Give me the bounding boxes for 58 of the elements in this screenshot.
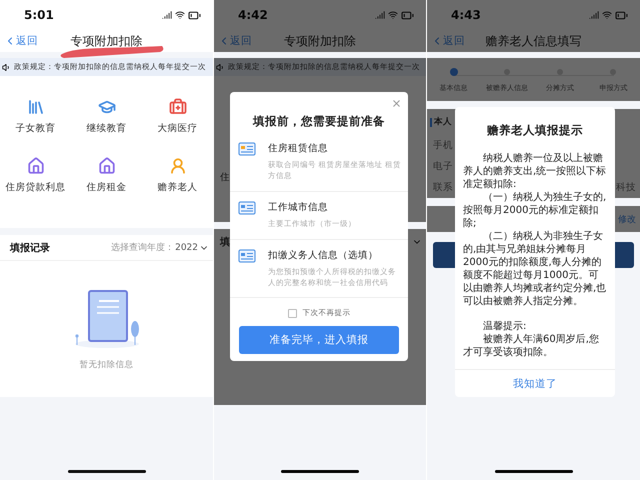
books-icon bbox=[26, 98, 44, 116]
category-label: 住 bbox=[220, 170, 230, 184]
page-title: 专项附加扣除 bbox=[283, 32, 357, 50]
year-selector[interactable]: 选择查询年度：2022 bbox=[111, 241, 209, 254]
document-icon bbox=[238, 248, 256, 263]
dialog-paragraph: 被赡养人年满60周岁后,您才可享受该项扣除。 bbox=[463, 333, 600, 359]
item-title: 扣缴义务人信息（选填） bbox=[268, 248, 379, 263]
back-button[interactable]: 返回 bbox=[0, 34, 50, 48]
field-label: 手机 bbox=[433, 139, 453, 152]
checkbox[interactable] bbox=[288, 308, 296, 318]
close-button[interactable] bbox=[391, 98, 402, 109]
section-accent-bar bbox=[430, 118, 432, 126]
page-title: 专项附加扣除 bbox=[70, 32, 144, 50]
wifi-icon bbox=[175, 10, 185, 20]
status-time: 4:43 bbox=[451, 8, 481, 22]
field-value: 科技 bbox=[616, 181, 636, 194]
dialog-paragraph: （一）纳税人为独生子女的,按照每月2000元的标准定额扣除; bbox=[463, 191, 607, 230]
status-time: 5:01 bbox=[24, 8, 54, 22]
category-item[interactable]: 大病医疗 bbox=[142, 98, 213, 135]
proceed-button[interactable]: 准备完毕，进入填报 bbox=[239, 326, 399, 354]
category-item[interactable]: 住房租金 bbox=[71, 157, 142, 194]
category-item[interactable]: 继续教育 bbox=[71, 98, 142, 135]
signal-icon bbox=[589, 10, 599, 20]
empty-message: 暂无扣除信息 bbox=[80, 359, 134, 371]
speaker-icon bbox=[2, 62, 11, 72]
acknowledge-button[interactable]: 我知道了 bbox=[455, 369, 615, 397]
section-title: 本人 bbox=[434, 116, 452, 128]
medical-kit-icon bbox=[168, 98, 186, 116]
dialog-title: 填报前，您需要提前准备 bbox=[252, 114, 386, 129]
category-item[interactable]: 住房贷款利息 bbox=[0, 157, 71, 194]
house-icon bbox=[26, 157, 44, 175]
battery-icon bbox=[188, 8, 201, 22]
dialog-paragraph: 纳税人赡养一位及以上被赡养人的赡养支出,统一按照以下标准定额扣除: bbox=[463, 152, 607, 191]
field-label: 电子 bbox=[433, 160, 453, 173]
document-icon bbox=[238, 142, 256, 156]
section-title: 填 bbox=[220, 236, 230, 249]
battery-icon bbox=[615, 8, 628, 22]
item-title: 住房租赁信息 bbox=[268, 142, 329, 156]
battery-icon bbox=[401, 8, 414, 22]
page-title: 赡养老人信息填写 bbox=[484, 32, 582, 50]
category-item[interactable]: 赡养老人 bbox=[142, 157, 213, 194]
wifi-icon bbox=[602, 10, 612, 20]
speaker-icon bbox=[216, 62, 225, 72]
signal-icon bbox=[162, 10, 172, 20]
item-title: 工作城市信息 bbox=[268, 200, 329, 215]
field-label: 联系 bbox=[433, 181, 453, 194]
person-icon bbox=[168, 157, 186, 175]
section-title: 填报记录 bbox=[10, 242, 50, 254]
dialog-paragraph: 温馨提示: bbox=[482, 320, 528, 333]
house-icon bbox=[98, 157, 116, 175]
dialog-paragraph: （二）纳税人为非独生子女的,由其与兄弟姐妹分摊每月2000元的扣除额度,每人分摊的额度不能超过每月1000元。可以由赡养人均摊或者约定分摊,也可以由被赡养人指定分摊。 bbox=[463, 230, 607, 308]
dialog-title: 赡养老人填报提示 bbox=[486, 123, 584, 138]
signal-icon bbox=[375, 10, 385, 20]
document-icon bbox=[238, 200, 256, 215]
graduation-cap-icon bbox=[98, 98, 116, 116]
status-time: 4:42 bbox=[238, 8, 268, 22]
wifi-icon bbox=[388, 10, 398, 20]
category-item[interactable]: 子女教育 bbox=[0, 98, 71, 135]
